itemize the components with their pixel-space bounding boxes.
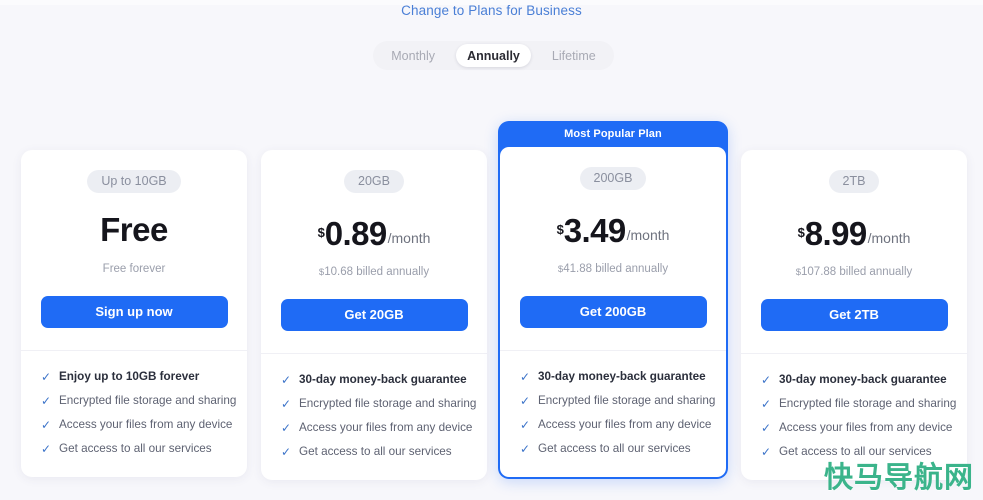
price-currency: $ — [797, 224, 805, 240]
feature-item: ✓ Get access to all our services — [261, 440, 487, 464]
check-icon: ✓ — [520, 393, 531, 408]
popular-card-inner: 200GB $3.49/month $41.88 billed annually Ge… — [500, 147, 726, 477]
billed-text: 107.88 billed annually — [801, 265, 913, 278]
pricing-cards-container: Up to 10GB Free Free forever Sign up now ✓ En… — [0, 0, 983, 500]
feature-item: ✓ Get access to all our services — [21, 437, 247, 461]
feature-list: ✓ 30-day money-back guarantee ✓ Encrypted f… — [500, 351, 726, 477]
check-icon: ✓ — [281, 420, 292, 435]
pricing-card-up-to-10gb: Up to 10GB Free Free forever Sign up now ✓ En… — [21, 150, 247, 477]
check-icon: ✓ — [761, 372, 772, 387]
feature-item: ✓ Get access to all our services — [500, 437, 726, 461]
billed-note: $107.88 billed annually — [796, 266, 913, 278]
feature-item: ✓ Encrypted file storage and sharing — [21, 389, 247, 413]
cta-button[interactable]: Sign up now — [40, 295, 228, 328]
card-body: Up to 10GB Free Free forever Sign up now — [21, 150, 247, 350]
feature-label: Access your files from any device — [538, 418, 712, 432]
cta-button[interactable]: Get 2TB — [760, 298, 948, 331]
price-row: $8.99/month — [797, 214, 911, 252]
feature-label: 30-day money-back guarantee — [299, 373, 467, 387]
feature-item: ✓ 30-day money-back guarantee — [500, 365, 726, 389]
feature-label: 30-day money-back guarantee — [779, 373, 947, 387]
feature-label: Access your files from any device — [59, 418, 233, 431]
check-icon: ✓ — [520, 369, 531, 384]
feature-item: ✓ Encrypted file storage and sharing — [741, 392, 967, 416]
check-icon: ✓ — [281, 444, 292, 459]
price-currency: $ — [317, 224, 325, 240]
feature-item: ✓ Access your files from any device — [741, 416, 967, 440]
feature-label: Access your files from any device — [299, 421, 473, 435]
feature-item: ✓ Access your files from any device — [500, 413, 726, 437]
check-icon: ✓ — [281, 372, 292, 387]
check-icon: ✓ — [520, 441, 531, 456]
billed-text: 10.68 billed annually — [324, 265, 430, 278]
billed-text: 41.88 billed annually — [563, 262, 669, 275]
billed-note: Free forever — [103, 263, 166, 275]
feature-label: Encrypted file storage and sharing — [538, 394, 716, 408]
price-period: /month — [867, 229, 911, 246]
feature-item: ✓ Access your files from any device — [21, 413, 247, 437]
feature-item: ✓ Enjoy up to 10GB forever — [21, 365, 247, 389]
price-period: /month — [387, 229, 431, 246]
check-icon: ✓ — [761, 396, 772, 411]
check-icon: ✓ — [41, 393, 52, 408]
check-icon: ✓ — [41, 417, 52, 432]
cta-button[interactable]: Get 200GB — [519, 295, 707, 328]
most-popular-banner: Most Popular Plan — [564, 128, 662, 140]
price-free-label: Free — [100, 210, 168, 248]
storage-badge: Up to 10GB — [87, 170, 181, 193]
feature-label: Access your files from any device — [779, 421, 953, 435]
feature-list: ✓ Enjoy up to 10GB forever ✓ Encrypted file… — [21, 351, 247, 477]
price-row: $0.89/month — [317, 214, 431, 252]
feature-item: ✓ Access your files from any device — [261, 416, 487, 440]
billed-note: $10.68 billed annually — [319, 266, 429, 278]
card-body: 2TB $8.99/month $107.88 billed annually Get… — [741, 150, 967, 353]
check-icon: ✓ — [281, 396, 292, 411]
card-body: 20GB $0.89/month $10.68 billed annually Get… — [261, 150, 487, 353]
check-icon: ✓ — [41, 369, 52, 384]
feature-label: Enjoy up to 10GB forever — [59, 370, 200, 383]
storage-badge: 20GB — [344, 170, 404, 193]
check-icon: ✓ — [41, 441, 52, 456]
feature-label: Encrypted file storage and sharing — [59, 394, 237, 407]
cta-button[interactable]: Get 20GB — [280, 298, 468, 331]
card-body: 200GB $3.49/month $41.88 billed annually Ge… — [500, 147, 726, 350]
price-amount: 3.49 — [563, 211, 626, 249]
pricing-card-200gb: Most Popular Plan 200GB $3.49/month $41.88 … — [498, 121, 728, 479]
storage-badge: 200GB — [579, 167, 647, 190]
billed-note: $41.88 billed annually — [558, 263, 668, 275]
feature-item: ✓ 30-day money-back guarantee — [741, 368, 967, 392]
price-period: /month — [626, 226, 670, 243]
feature-label: Encrypted file storage and sharing — [299, 397, 477, 411]
storage-badge: 2TB — [828, 170, 880, 193]
billed-text: Free forever — [102, 262, 166, 275]
feature-label: 30-day money-back guarantee — [538, 370, 706, 384]
price-currency: $ — [556, 221, 564, 237]
feature-label: Get access to all our services — [59, 442, 212, 455]
feature-label: Get access to all our services — [299, 445, 452, 459]
price-row: $3.49/month — [556, 211, 670, 249]
check-icon: ✓ — [761, 444, 772, 459]
feature-item: ✓ 30-day money-back guarantee — [261, 368, 487, 392]
site-watermark: 快马导航网 — [823, 460, 974, 494]
feature-list: ✓ 30-day money-back guarantee ✓ Encrypted f… — [261, 354, 487, 480]
feature-item: ✓ Encrypted file storage and sharing — [500, 389, 726, 413]
check-icon: ✓ — [520, 417, 531, 432]
feature-label: Encrypted file storage and sharing — [779, 397, 957, 411]
feature-label: Get access to all our services — [538, 442, 691, 456]
pricing-card-2tb: 2TB $8.99/month $107.88 billed annually Get… — [741, 150, 967, 480]
feature-item: ✓ Encrypted file storage and sharing — [261, 392, 487, 416]
price-amount: 8.99 — [804, 214, 867, 252]
pricing-card-20gb: 20GB $0.89/month $10.68 billed annually Get… — [261, 150, 487, 480]
price-amount: 0.89 — [324, 214, 387, 252]
check-icon: ✓ — [761, 420, 772, 435]
